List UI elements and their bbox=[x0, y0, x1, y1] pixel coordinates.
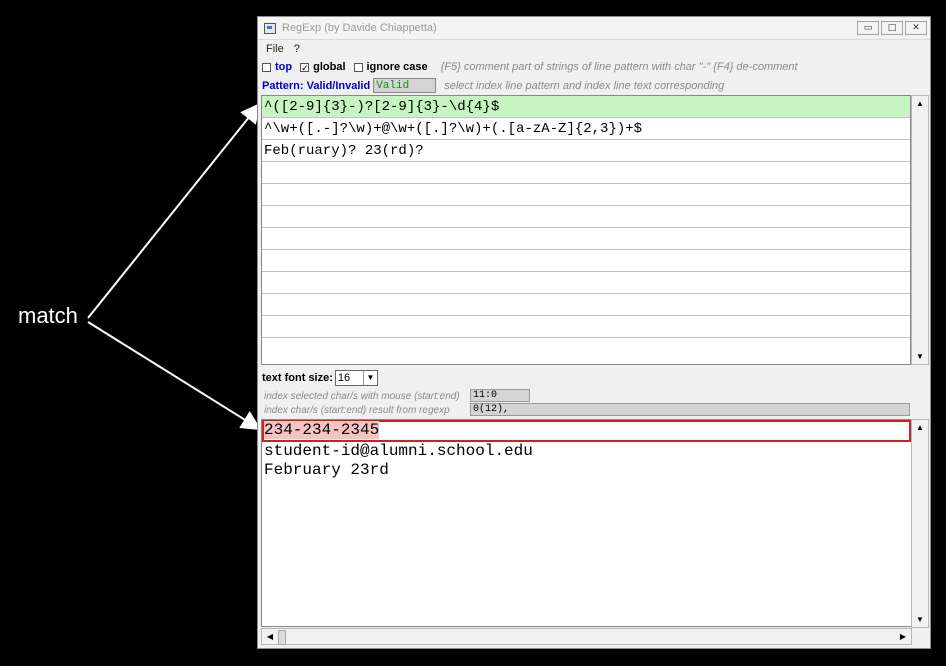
app-icon bbox=[264, 22, 276, 34]
scroll-down-arrow[interactable]: ▼ bbox=[912, 612, 928, 627]
menu-file[interactable]: File bbox=[266, 43, 284, 55]
text-line[interactable]: student-id@alumni.school.edu bbox=[262, 442, 911, 461]
font-size-value: 16 bbox=[337, 371, 351, 384]
ignore-case-checkbox[interactable] bbox=[353, 62, 363, 72]
pattern-status-label: Pattern: Valid/Invalid bbox=[262, 79, 371, 92]
text-horizontal-scrollbar[interactable]: ◀ ▶ bbox=[261, 628, 912, 645]
text-line-matched[interactable]: 234-234-2345 bbox=[262, 420, 911, 442]
pattern-scrollbar[interactable]: ▲ ▼ bbox=[911, 95, 929, 365]
pattern-row-empty[interactable] bbox=[262, 184, 910, 206]
scroll-down-arrow[interactable]: ▼ bbox=[912, 349, 928, 364]
index-selected-row: index selected char/s with mouse (start:… bbox=[264, 389, 460, 403]
pattern-status-row: Pattern: Valid/Invalid Valid select inde… bbox=[262, 77, 926, 94]
scroll-up-arrow[interactable]: ▲ bbox=[912, 420, 928, 435]
text-line[interactable]: February 23rd bbox=[262, 461, 911, 480]
title-bar[interactable]: RegExp (by Davide Chiappetta) ▭ □ ✕ bbox=[258, 17, 930, 40]
options-row: top ✓ global ignore case {F5} comment pa… bbox=[262, 59, 926, 75]
index-selected-label: index selected char/s with mouse (start:… bbox=[264, 390, 460, 402]
match-highlight: 234-234-2345 bbox=[264, 421, 380, 439]
top-label: top bbox=[275, 61, 293, 73]
pattern-row-empty[interactable] bbox=[262, 272, 910, 294]
minimize-button[interactable]: ▭ bbox=[857, 21, 879, 35]
scroll-left-arrow[interactable]: ◀ bbox=[262, 629, 278, 644]
ignore-case-label: ignore case bbox=[366, 61, 428, 73]
menu-help[interactable]: ? bbox=[294, 43, 300, 55]
pattern-row-empty[interactable] bbox=[262, 228, 910, 250]
scrollbar-corner bbox=[912, 628, 927, 645]
maximize-button[interactable]: □ bbox=[881, 21, 903, 35]
index-result-row: index char/s (start:end) result from reg… bbox=[264, 403, 450, 417]
arrow-to-text bbox=[87, 321, 262, 431]
callout-label: match bbox=[18, 303, 78, 328]
pattern-row-empty[interactable] bbox=[262, 338, 910, 360]
text-scrollbar[interactable]: ▲ ▼ bbox=[911, 419, 929, 628]
window-title: RegExp (by Davide Chiappetta) bbox=[282, 22, 437, 34]
pattern-row-empty[interactable] bbox=[262, 316, 910, 338]
scroll-right-arrow[interactable]: ▶ bbox=[895, 629, 911, 644]
global-label: global bbox=[313, 61, 346, 73]
comment-hint: {F5} comment part of strings of line pat… bbox=[440, 61, 798, 73]
close-button[interactable]: ✕ bbox=[905, 21, 927, 35]
regexp-window: RegExp (by Davide Chiappetta) ▭ □ ✕ File… bbox=[257, 16, 931, 649]
top-checkbox[interactable] bbox=[262, 62, 271, 72]
chevron-down-icon: ▼ bbox=[362, 370, 377, 385]
font-size-label: text font size: bbox=[262, 371, 333, 384]
font-size-select[interactable]: 16 ▼ bbox=[334, 369, 378, 386]
pattern-row-empty[interactable] bbox=[262, 206, 910, 228]
global-checkbox[interactable]: ✓ bbox=[300, 62, 310, 72]
pattern-hint: select index line pattern and index line… bbox=[444, 79, 725, 92]
scroll-thumb[interactable] bbox=[278, 630, 286, 645]
arrow-to-pattern bbox=[87, 102, 261, 319]
index-result-field: 0(12), bbox=[470, 403, 910, 416]
pattern-status-field: Valid bbox=[373, 78, 437, 93]
test-text-area[interactable]: 234-234-2345 student-id@alumni.school.ed… bbox=[261, 419, 912, 627]
font-size-row: text font size: 16 ▼ bbox=[262, 369, 378, 386]
index-result-label: index char/s (start:end) result from reg… bbox=[264, 404, 450, 416]
pattern-row-date[interactable]: Feb(ruary)? 23(rd)? bbox=[262, 140, 910, 162]
pattern-row-email[interactable]: ^\w+([.-]?\w)+@\w+([.]?\w)+(.[a-zA-Z]{2,… bbox=[262, 118, 910, 140]
index-selected-field: 11:0 bbox=[470, 389, 530, 402]
pattern-row-empty[interactable] bbox=[262, 250, 910, 272]
pattern-row-empty[interactable] bbox=[262, 294, 910, 316]
pattern-row-empty[interactable] bbox=[262, 162, 910, 184]
pattern-list[interactable]: ^([2-9]{3}-)?[2-9]{3}-\d{4}$ ^\w+([.-]?\… bbox=[261, 95, 911, 365]
pattern-row-phone[interactable]: ^([2-9]{3}-)?[2-9]{3}-\d{4}$ bbox=[262, 96, 910, 118]
scroll-up-arrow[interactable]: ▲ bbox=[912, 96, 928, 111]
menu-bar: File ? bbox=[258, 40, 930, 57]
